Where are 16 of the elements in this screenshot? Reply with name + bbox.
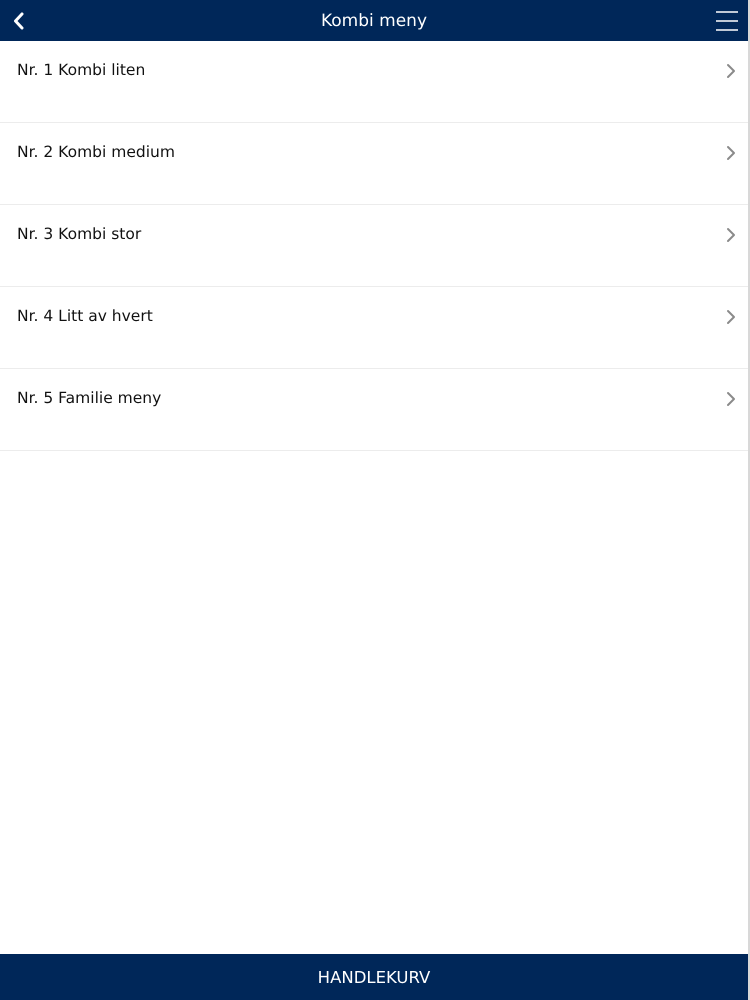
menu-icon [716,10,738,32]
chevron-right-icon [726,63,736,79]
chevron-right-icon [726,391,736,407]
menu-list-item[interactable]: Nr. 3 Kombi stor [0,205,748,287]
page-title: Kombi meny [320,10,428,30]
chevron-right-icon [726,145,736,161]
menu-list-item[interactable]: Nr. 1 Kombi liten [0,41,748,123]
cart-button[interactable]: HANDLEKURV [0,954,748,1000]
menu-list-item[interactable]: Nr. 5 Familie meny [0,369,748,451]
back-icon [13,12,24,30]
chevron-right-icon [726,227,736,243]
menu-button[interactable] [716,10,738,32]
chevron-right-icon [726,309,736,325]
back-button[interactable] [13,12,24,30]
menu-list-item[interactable]: Nr. 4 Litt av hvert [0,287,748,369]
menu-list-item[interactable]: Nr. 2 Kombi medium [0,123,748,205]
